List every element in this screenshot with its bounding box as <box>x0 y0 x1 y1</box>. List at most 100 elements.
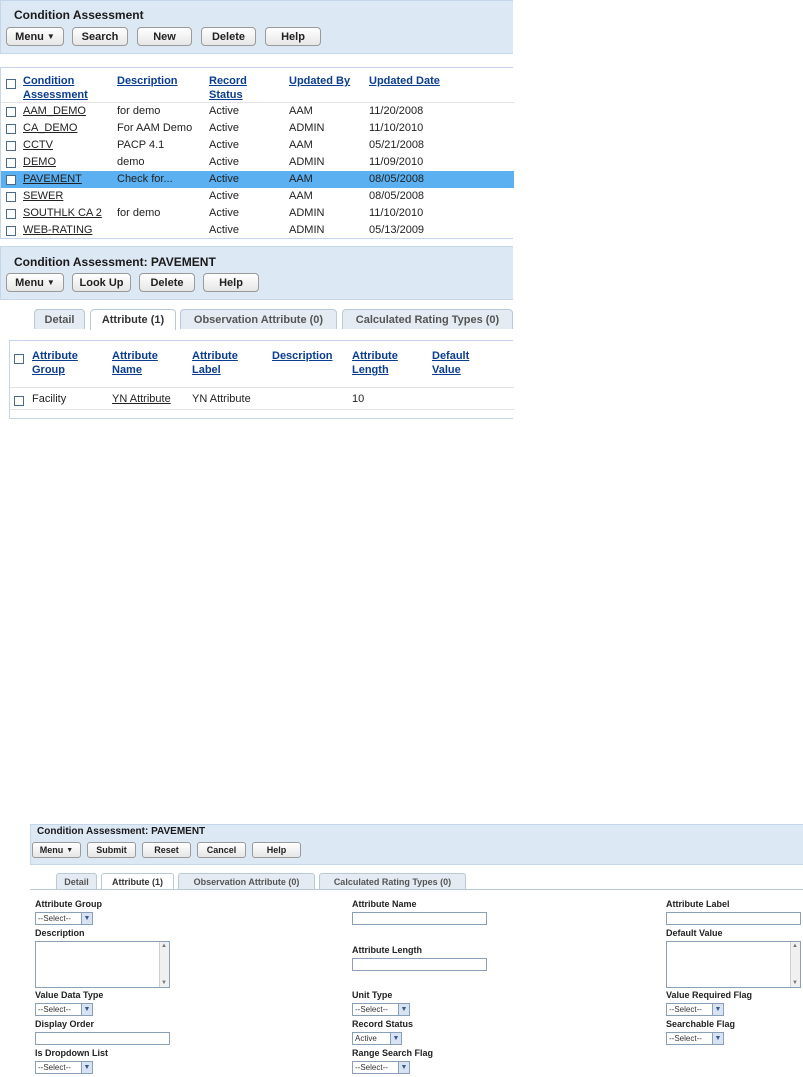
table-row[interactable]: PAVEMENT Check for... Active AAM 08/05/2008 <box>1 171 514 188</box>
menu-button[interactable]: Menu ▼ <box>6 27 64 46</box>
condition-assessment-link[interactable]: DEMO <box>23 156 56 168</box>
edit-tab-calculated-rating-types[interactable]: Calculated Rating Types (0) <box>319 873 466 889</box>
table-row[interactable]: CA_DEMO For AAM Demo Active ADMIN 11/10/2010 <box>1 120 514 137</box>
updated-date-cell: 05/21/2008 <box>369 139 425 151</box>
edit-tab-observation-attribute[interactable]: Observation Attribute (0) <box>178 873 315 889</box>
table-row[interactable]: WEB-RATING Active ADMIN 05/13/2009 <box>1 222 514 239</box>
detail-menu-button[interactable]: Menu ▼ <box>6 273 64 292</box>
condition-assessment-link[interactable]: AAM_DEMO <box>23 105 86 117</box>
search-button[interactable]: Search <box>72 27 128 46</box>
table-row[interactable]: DEMO demo Active ADMIN 11/09/2010 <box>1 154 514 171</box>
attribute-length-label: Attribute Length <box>352 945 422 955</box>
updated-date-cell: 11/10/2010 <box>369 122 424 134</box>
menu-button-label: Menu <box>15 30 44 43</box>
edit-tab-detail[interactable]: Detail <box>56 873 97 889</box>
select-value: --Select-- <box>355 1063 388 1072</box>
header-text: Attribute <box>112 350 158 362</box>
row-checkbox[interactable] <box>6 124 16 134</box>
description-cell: Check for... <box>117 173 173 185</box>
header-text: Assessment <box>23 89 88 101</box>
attribute-length-input[interactable] <box>352 958 487 971</box>
select-value: --Select-- <box>669 1005 702 1014</box>
column-header-description[interactable]: Description <box>272 349 333 363</box>
table-row[interactable]: CCTV PACP 4.1 Active AAM 05/21/2008 <box>1 137 514 154</box>
value-data-type-select[interactable]: --Select-- ▼ <box>35 1003 93 1016</box>
column-header-default-value[interactable]: Default Value <box>432 349 469 377</box>
description-cell: for demo <box>117 105 161 117</box>
table-row[interactable]: SEWER Active AAM 08/05/2008 <box>1 188 514 205</box>
record-status-select[interactable]: Active ▼ <box>352 1032 402 1045</box>
condition-assessment-link[interactable]: SOUTHLK CA 2 <box>23 207 102 219</box>
value-required-flag-select[interactable]: --Select-- ▼ <box>666 1003 724 1016</box>
chevron-down-icon: ▼ <box>390 1033 401 1044</box>
attribute-label-input[interactable] <box>666 912 801 925</box>
edit-title: Condition Assessment: PAVEMENT <box>37 826 206 837</box>
row-checkbox[interactable] <box>6 107 16 117</box>
row-checkbox[interactable] <box>6 175 16 185</box>
edit-help-button[interactable]: Help <box>252 842 301 858</box>
updated-date-cell: 05/13/2009 <box>369 224 425 236</box>
select-all-checkbox[interactable] <box>6 79 16 89</box>
is-dropdown-list-select[interactable]: --Select-- ▼ <box>35 1061 93 1074</box>
row-checkbox[interactable] <box>14 396 24 406</box>
column-header-attribute-length[interactable]: Attribute Length <box>352 349 398 377</box>
tab-attribute[interactable]: Attribute (1) <box>90 309 176 330</box>
reset-button[interactable]: Reset <box>142 842 191 858</box>
tab-observation-attribute[interactable]: Observation Attribute (0) <box>180 309 337 329</box>
attribute-name-input[interactable] <box>352 912 487 925</box>
attribute-name-link[interactable]: YN Attribute <box>112 393 171 405</box>
record-status-cell: Active <box>209 139 239 151</box>
description-cell: for demo <box>117 207 161 219</box>
unit-type-select[interactable]: --Select-- ▼ <box>352 1003 410 1016</box>
new-button[interactable]: New <box>137 27 192 46</box>
row-checkbox[interactable] <box>6 192 16 202</box>
condition-assessment-link[interactable]: CA_DEMO <box>23 122 77 134</box>
table-row[interactable]: AAM_DEMO for demo Active AAM 11/20/2008 <box>1 103 514 120</box>
select-value: Active <box>355 1034 377 1043</box>
attribute-select-all-checkbox[interactable] <box>14 354 24 364</box>
row-checkbox[interactable] <box>6 226 16 236</box>
menu-button-label: Menu <box>39 845 64 855</box>
condition-assessment-link[interactable]: WEB-RATING <box>23 224 92 236</box>
table-row[interactable]: SOUTHLK CA 2 for demo Active ADMIN 11/10/201… <box>1 205 514 222</box>
column-header-record-status[interactable]: Record Status <box>209 74 247 102</box>
range-search-flag-select[interactable]: --Select-- ▼ <box>352 1061 410 1074</box>
updated-by-cell: ADMIN <box>289 156 325 168</box>
submit-button[interactable]: Submit <box>87 842 136 858</box>
row-checkbox[interactable] <box>6 141 16 151</box>
column-header-attribute-label[interactable]: Attribute Label <box>192 349 238 377</box>
detail-help-button[interactable]: Help <box>203 273 259 292</box>
scrollbar[interactable]: ▲ ▼ <box>790 942 800 987</box>
header-text: Condition <box>23 75 75 87</box>
column-header-condition-assessment[interactable]: Condition Assessment <box>23 74 88 102</box>
updated-by-cell: ADMIN <box>289 122 325 134</box>
row-divider <box>10 409 514 410</box>
description-textarea[interactable]: ▲ ▼ <box>35 941 170 988</box>
row-checkbox[interactable] <box>6 209 16 219</box>
unit-type-label: Unit Type <box>352 990 393 1000</box>
column-header-attribute-group[interactable]: Attribute Group <box>32 349 78 377</box>
delete-button[interactable]: Delete <box>201 27 256 46</box>
column-header-updated-date[interactable]: Updated Date <box>369 74 440 88</box>
display-order-input[interactable] <box>35 1032 170 1045</box>
column-header-updated-by[interactable]: Updated By <box>289 74 350 88</box>
searchable-flag-select[interactable]: --Select-- ▼ <box>666 1032 724 1045</box>
header-text: Name <box>112 364 142 376</box>
tab-calculated-rating-types[interactable]: Calculated Rating Types (0) <box>342 309 513 329</box>
scrollbar[interactable]: ▲ ▼ <box>159 942 169 987</box>
row-checkbox[interactable] <box>6 158 16 168</box>
edit-tab-attribute[interactable]: Attribute (1) <box>101 873 174 889</box>
cancel-button[interactable]: Cancel <box>197 842 246 858</box>
column-header-attribute-name[interactable]: Attribute Name <box>112 349 158 377</box>
condition-assessment-link[interactable]: CCTV <box>23 139 53 151</box>
column-header-description[interactable]: Description <box>117 74 178 88</box>
edit-menu-button[interactable]: Menu ▼ <box>32 842 81 858</box>
condition-assessment-link[interactable]: SEWER <box>23 190 63 202</box>
attribute-group-select[interactable]: --Select-- ▼ <box>35 912 93 925</box>
detail-delete-button[interactable]: Delete <box>139 273 195 292</box>
help-button[interactable]: Help <box>265 27 321 46</box>
condition-assessment-link[interactable]: PAVEMENT <box>23 173 82 185</box>
lookup-button[interactable]: Look Up <box>72 273 131 292</box>
default-value-textarea[interactable]: ▲ ▼ <box>666 941 801 988</box>
tab-detail[interactable]: Detail <box>34 309 85 329</box>
